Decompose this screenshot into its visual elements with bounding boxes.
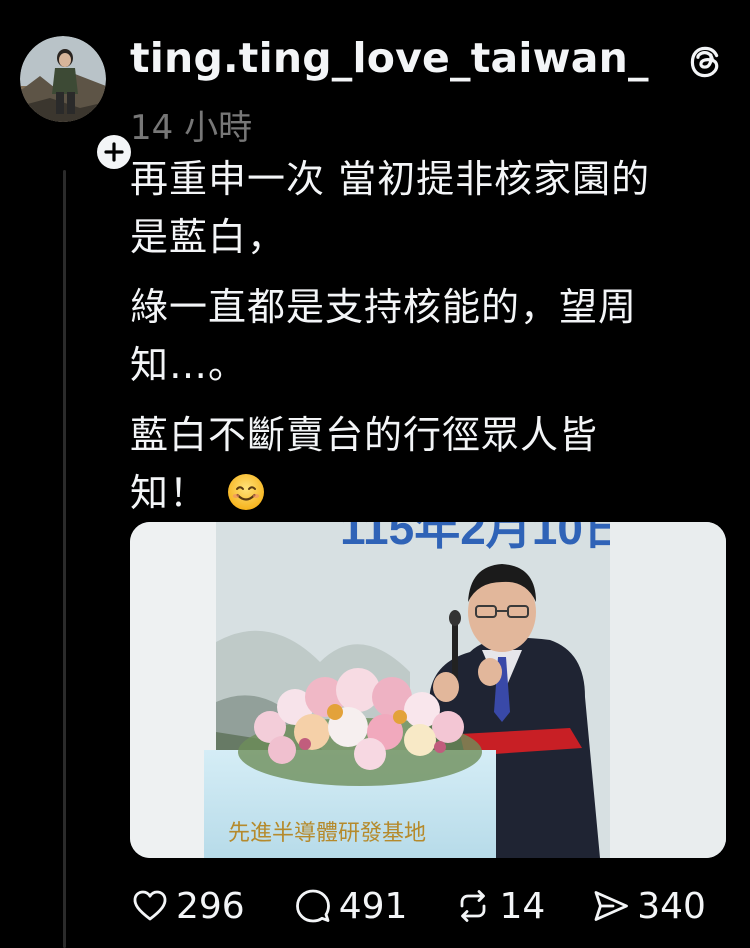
post-paragraph: 再重申一次 當初提非核家園的 是藍白，: [130, 150, 730, 266]
post-line: 綠一直都是支持核能的，望周: [130, 285, 638, 329]
post-body: 再重申一次 當初提非核家園的 是藍白， 綠一直都是支持核能的，望周 知…。 藍白…: [130, 150, 730, 522]
post-paragraph: 藍白不斷賣台的行徑眾人皆 知！: [130, 406, 730, 522]
reply-button[interactable]: 491: [293, 885, 408, 927]
post-line: 知…。: [130, 343, 248, 387]
like-button[interactable]: 296: [130, 886, 245, 927]
author-avatar[interactable]: [20, 36, 136, 174]
threads-logo-icon: [690, 46, 719, 78]
repost-count: 14: [499, 885, 546, 927]
plus-icon: [104, 142, 124, 162]
post-timestamp: 14 小時: [130, 108, 253, 148]
author-username[interactable]: ting.ting_love_taiwan_: [130, 34, 649, 82]
send-icon: [594, 891, 629, 921]
like-count: 296: [176, 885, 245, 927]
speech-bubble-icon: [295, 889, 330, 923]
post-actions: 296 491 14 340: [130, 878, 706, 934]
post-line: 是藍白，: [130, 215, 287, 259]
post-line: 藍白不斷賣台的行徑眾人皆: [130, 413, 599, 457]
share-count: 340: [637, 885, 706, 927]
share-button[interactable]: 340: [591, 886, 706, 927]
reply-count: 491: [338, 885, 408, 927]
avatar: [20, 36, 106, 122]
smiling-face-emoji-icon: [228, 474, 265, 510]
thread-connector-line: [63, 170, 66, 948]
banner-text: 115年2月10日: [340, 522, 629, 554]
post-paragraph: 綠一直都是支持核能的，望周 知…。: [130, 278, 730, 394]
post-image[interactable]: 115年2月10日 先進半導體研發基地: [130, 522, 726, 858]
post-line: 再重申一次 當初提非核家園的: [130, 157, 651, 201]
event-photo: 115年2月10日 先進半導體研發基地: [130, 522, 726, 858]
podium-text: 先進半導體研發基地: [228, 821, 426, 846]
post-line: 知！: [130, 471, 209, 515]
heart-icon: [133, 890, 167, 921]
repost-icon: [461, 890, 486, 922]
repost-button[interactable]: 14: [453, 886, 545, 927]
